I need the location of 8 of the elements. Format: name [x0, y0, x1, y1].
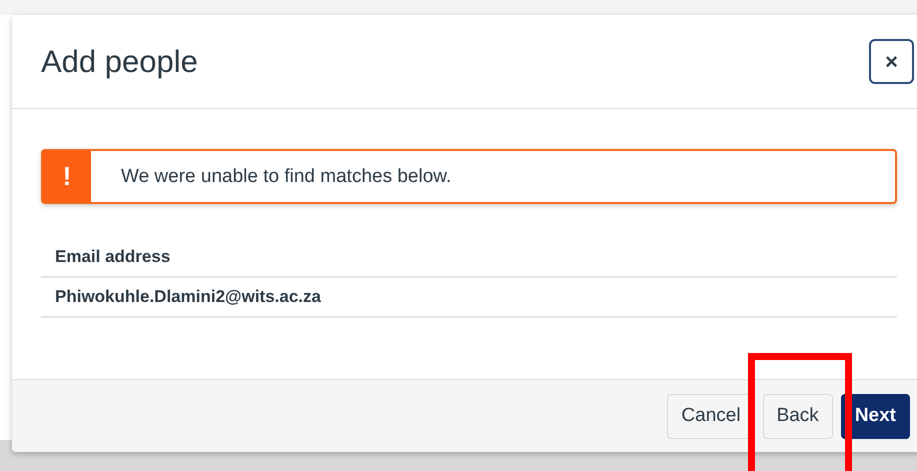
secondary-button[interactable]: Back	[762, 394, 833, 438]
next-button[interactable]: Next	[840, 394, 910, 438]
table-cell: Phiwokuhle.Dlamini2@wits.ac.za	[41, 277, 897, 317]
warning-icon: !	[43, 151, 91, 202]
column-header: Email address	[41, 238, 897, 277]
alert-message: We were unable to find matches below.	[121, 166, 452, 188]
dialog-title: Add people	[41, 44, 198, 80]
close-button[interactable]: ×	[869, 39, 914, 84]
